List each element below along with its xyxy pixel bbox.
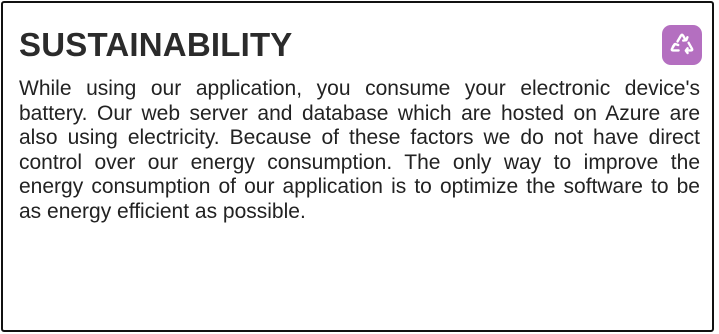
card-title: SUSTAINABILITY: [19, 26, 293, 63]
recycle-icon: [670, 33, 694, 55]
recycle-badge: [662, 25, 702, 65]
sustainability-paragraph: While using our application, you consume…: [19, 77, 700, 223]
sustainability-card: SUSTAINABILITY While using our applicati…: [1, 1, 714, 332]
